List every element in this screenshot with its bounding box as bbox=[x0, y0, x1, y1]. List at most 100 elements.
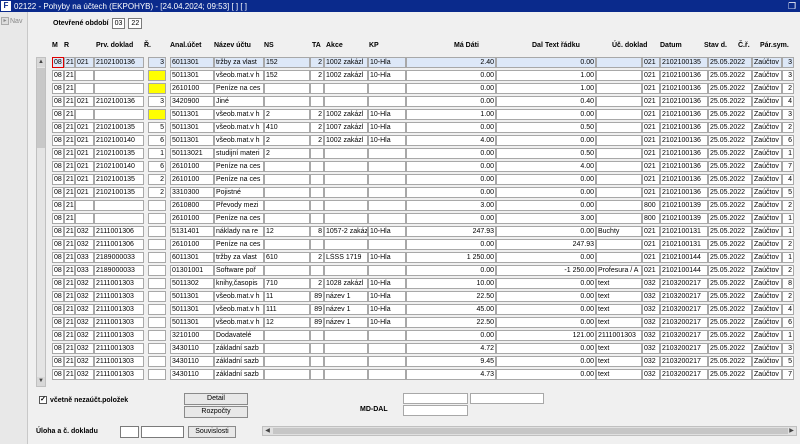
cell-cr[interactable]: 2 bbox=[782, 83, 794, 94]
table-row[interactable]: 08 21 021 2102100140 6 5011301 všeob.mat.v h22… bbox=[52, 135, 794, 146]
cell-akce[interactable] bbox=[324, 148, 368, 159]
cell-date[interactable]: 25.05.2022 bbox=[708, 148, 752, 159]
cell-prv[interactable]: 2111001306 bbox=[94, 239, 144, 250]
vertical-scrollbar[interactable]: ▲ ▼ bbox=[36, 57, 46, 387]
cell-dal[interactable]: 0.00 bbox=[496, 356, 596, 367]
cell-cr[interactable]: 5 bbox=[782, 356, 794, 367]
cell-text[interactable]: Profesura / A bbox=[596, 265, 642, 276]
cell-akce[interactable]: 1002 zakázl bbox=[324, 135, 368, 146]
table-row[interactable]: 08 21 032 2111001303 5011301 všeob.mat.v h 111… bbox=[52, 304, 794, 315]
cell-dal[interactable]: 0.00 bbox=[496, 369, 596, 380]
cell-name[interactable]: všeob.mat.v h bbox=[214, 291, 264, 302]
cell-m[interactable]: 08 bbox=[52, 239, 64, 250]
cell-prv[interactable]: 2102100136 bbox=[94, 57, 144, 68]
cell-m[interactable]: 08 bbox=[52, 57, 64, 68]
cell-kp[interactable] bbox=[368, 213, 406, 224]
cell-m[interactable]: 08 bbox=[52, 330, 64, 341]
cell-ord[interactable]: 2 bbox=[148, 174, 166, 185]
cell-name[interactable]: Peníze na ces bbox=[214, 213, 264, 224]
cell-kp[interactable] bbox=[368, 239, 406, 250]
cell-c021[interactable]: 021 bbox=[642, 57, 660, 68]
cell-doc[interactable]: 2102100136 bbox=[660, 70, 708, 81]
cell-ord[interactable] bbox=[148, 278, 166, 289]
cell-cr[interactable]: 3 bbox=[782, 70, 794, 81]
col-header-dal[interactable]: Dal bbox=[532, 42, 543, 54]
col-header-r[interactable]: R bbox=[64, 42, 69, 54]
table-row[interactable]: 08 21 2610100 Peníze na ces 0.00 3.00 800 21021… bbox=[52, 213, 794, 224]
cell-name[interactable]: knihy,časopis bbox=[214, 278, 264, 289]
cell-r[interactable]: 21 bbox=[64, 122, 75, 133]
cell-acc[interactable]: 3210100 bbox=[170, 330, 214, 341]
cell-text[interactable] bbox=[596, 109, 642, 120]
table-row[interactable]: 08 21 032 2111001306 2610100 Peníze na ces 0.0… bbox=[52, 239, 794, 250]
cell-date[interactable]: 25.05.2022 bbox=[708, 317, 752, 328]
cell-stav[interactable]: Zaúčtov bbox=[752, 330, 782, 341]
cell-dal[interactable]: 0.00 bbox=[496, 278, 596, 289]
cell-ns[interactable] bbox=[264, 161, 310, 172]
cell-text[interactable] bbox=[596, 174, 642, 185]
col-header-nazev-uctu[interactable]: Název účtu bbox=[214, 42, 251, 54]
cell-dal[interactable]: 0.00 bbox=[496, 200, 596, 211]
cell-cr[interactable]: 6 bbox=[782, 135, 794, 146]
cell-dal[interactable]: 0.00 bbox=[496, 343, 596, 354]
cell-text[interactable]: text bbox=[596, 356, 642, 367]
cell-dal[interactable]: 0.00 bbox=[496, 187, 596, 198]
cell-ord[interactable] bbox=[148, 252, 166, 263]
cell-ta[interactable]: 2 bbox=[310, 70, 324, 81]
cell-ord[interactable] bbox=[148, 304, 166, 315]
cell-kp[interactable] bbox=[368, 161, 406, 172]
cell-c021[interactable]: 021 bbox=[642, 70, 660, 81]
cell-stav[interactable]: Zaúčtov bbox=[752, 161, 782, 172]
cell-stav[interactable]: Zaúčtov bbox=[752, 57, 782, 68]
cell-r[interactable]: 21 bbox=[64, 369, 75, 380]
cell-ns[interactable] bbox=[264, 83, 310, 94]
cell-cr[interactable]: 3 bbox=[782, 343, 794, 354]
cell-stav[interactable]: Zaúčtov bbox=[752, 317, 782, 328]
cell-doc[interactable]: 2102100144 bbox=[660, 252, 708, 263]
cell-c3[interactable]: 033 bbox=[75, 265, 94, 276]
cell-prv[interactable] bbox=[94, 83, 144, 94]
cell-m[interactable]: 08 bbox=[52, 265, 64, 276]
cell-prv[interactable]: 2102100135 bbox=[94, 187, 144, 198]
cell-cr[interactable]: 8 bbox=[782, 278, 794, 289]
cell-acc[interactable]: 2610100 bbox=[170, 161, 214, 172]
cell-prv[interactable]: 2102100136 bbox=[94, 96, 144, 107]
col-header-c-r[interactable]: Č.ř. bbox=[738, 42, 750, 54]
cell-cr[interactable]: 3 bbox=[782, 57, 794, 68]
cell-kp[interactable] bbox=[368, 369, 406, 380]
cell-doc[interactable]: 2102100144 bbox=[660, 265, 708, 276]
cell-acc[interactable]: 50113021 bbox=[170, 148, 214, 159]
cell-stav[interactable]: Zaúčtov bbox=[752, 122, 782, 133]
cell-acc[interactable]: 2610100 bbox=[170, 239, 214, 250]
cell-kp[interactable]: 10-Hla bbox=[368, 135, 406, 146]
cell-name[interactable]: Pojistné bbox=[214, 187, 264, 198]
cell-ns[interactable] bbox=[264, 330, 310, 341]
cell-akce[interactable] bbox=[324, 213, 368, 224]
table-row[interactable]: 08 21 021 2102100135 2 3310300 Pojistné 0.00 0.0… bbox=[52, 187, 794, 198]
cell-ma[interactable]: 0.00 bbox=[406, 148, 496, 159]
cell-r[interactable]: 21 bbox=[64, 174, 75, 185]
cell-doc[interactable]: 2102100136 bbox=[660, 135, 708, 146]
cell-ma[interactable]: 0.00 bbox=[406, 96, 496, 107]
cell-doc[interactable]: 2102100136 bbox=[660, 122, 708, 133]
cell-m[interactable]: 08 bbox=[52, 122, 64, 133]
cell-prv[interactable] bbox=[94, 200, 144, 211]
cell-c3[interactable]: 021 bbox=[75, 96, 94, 107]
cell-c021[interactable]: 021 bbox=[642, 265, 660, 276]
cell-name[interactable]: studijní materi bbox=[214, 148, 264, 159]
cell-m[interactable]: 08 bbox=[52, 200, 64, 211]
cell-ord[interactable] bbox=[148, 109, 166, 120]
cell-name[interactable]: základní sazb bbox=[214, 369, 264, 380]
cell-stav[interactable]: Zaúčtov bbox=[752, 109, 782, 120]
cell-cr[interactable]: 4 bbox=[782, 96, 794, 107]
cell-date[interactable]: 25.05.2022 bbox=[708, 239, 752, 250]
cell-akce[interactable] bbox=[324, 200, 368, 211]
cell-r[interactable]: 21 bbox=[64, 291, 75, 302]
cell-c3[interactable]: 032 bbox=[75, 317, 94, 328]
cell-date[interactable]: 25.05.2022 bbox=[708, 304, 752, 315]
cell-ns[interactable]: 111 bbox=[264, 304, 310, 315]
cell-kp[interactable] bbox=[368, 200, 406, 211]
table-row[interactable]: 08 21 032 2111001303 3430110 základní sazb 4.7… bbox=[52, 369, 794, 380]
col-header-prv-doklad[interactable]: Prv. doklad bbox=[96, 42, 133, 54]
cell-m[interactable]: 08 bbox=[52, 304, 64, 315]
